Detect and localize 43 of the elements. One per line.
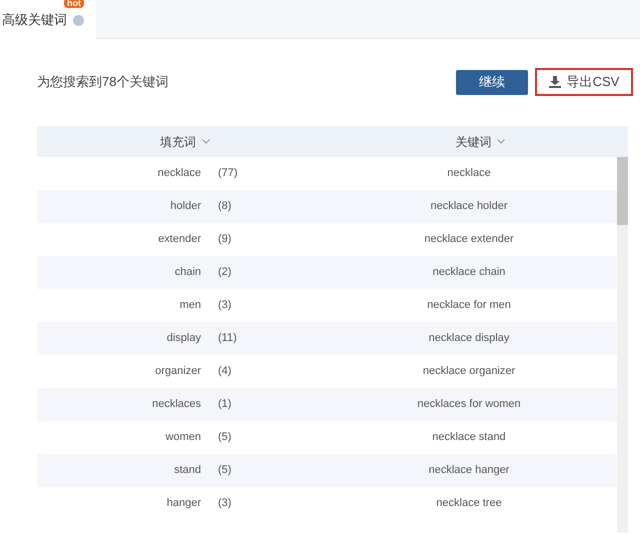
keyword-cell-text: necklace stand — [431, 430, 507, 446]
keyword-cell-text: necklace display — [428, 331, 510, 346]
download-icon — [548, 76, 561, 88]
keyword-cell-text: necklaces for women — [416, 397, 522, 412]
column-header[interactable]: 关键词 — [332, 126, 628, 157]
filler-word: chain — [174, 265, 201, 280]
filler-word: hanger — [166, 496, 201, 512]
filler-word: holder — [169, 199, 201, 214]
keyword-cell-text: necklace extender — [423, 232, 515, 248]
chevron-down-icon — [202, 139, 210, 144]
keyword-cell-text: necklace chain — [432, 265, 506, 280]
filler-word: organizer — [154, 364, 201, 380]
count-text: (8) — [218, 199, 232, 214]
keyword-cell-text: necklace holder — [429, 199, 509, 214]
count-text: (3) — [218, 298, 232, 314]
count-text: (9) — [218, 232, 232, 248]
filler-word: extender — [157, 232, 201, 248]
count-text: (1) — [218, 397, 232, 412]
count-text: (77) — [218, 166, 238, 182]
keyword-cell-text: necklace hanger — [428, 463, 510, 478]
filler-word: men — [178, 298, 201, 314]
keyword-cell-text: necklace for men — [426, 298, 512, 314]
count-text: (5) — [218, 430, 232, 446]
result-count-text: 为您搜索到78个关键词 — [37, 73, 168, 92]
count-text: (3) — [218, 496, 232, 512]
count-text: (5) — [218, 463, 232, 478]
count-text: (2) — [218, 265, 232, 280]
chevron-down-icon — [497, 139, 506, 144]
keyword-cell-text: necklace tree — [435, 496, 503, 512]
export-csv-button[interactable]: 导出CSV — [535, 68, 633, 96]
column-header[interactable]: 填充词 — [37, 126, 332, 157]
scrollbar[interactable] — [617, 157, 628, 533]
filler-word: stand — [173, 463, 201, 478]
filler-word: necklaces — [151, 397, 201, 412]
help-icon[interactable] — [73, 14, 84, 26]
keyword-cell-text: necklace organizer — [422, 364, 516, 380]
continue-button[interactable]: 继续 — [456, 70, 528, 94]
count-text: (11) — [218, 331, 237, 346]
filler-word: women — [164, 430, 201, 446]
keyword-cell-text: necklace — [446, 166, 492, 182]
count-text: (4) — [218, 364, 232, 380]
filler-word: necklace — [156, 166, 201, 182]
filler-word: display — [166, 331, 201, 346]
